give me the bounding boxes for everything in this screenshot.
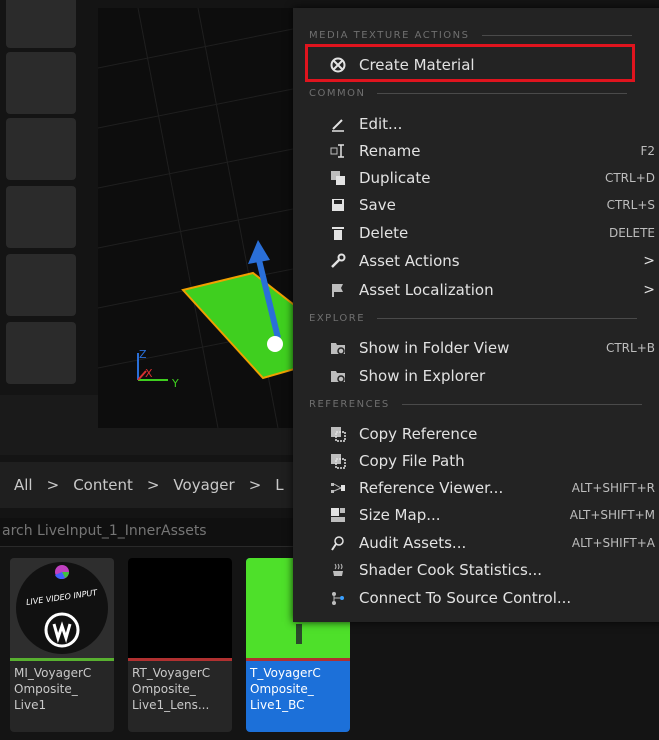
plane-mesh[interactable]: [181, 271, 298, 380]
menu-item-copy-reference[interactable]: Copy Reference: [293, 421, 659, 447]
left-tool-button[interactable]: [6, 0, 76, 48]
highlight-box: [305, 44, 635, 82]
wrench-icon: [329, 252, 347, 270]
left-tool-button[interactable]: [6, 118, 76, 180]
menu-item-label: Reference Viewer...: [359, 479, 504, 497]
audit-icon: [329, 534, 347, 552]
level-viewport[interactable]: Z X Y: [98, 8, 298, 428]
menu-item-label: Save: [359, 196, 396, 214]
asset-name: MI_VoyagerC Omposite_ Live1: [14, 666, 92, 712]
menu-item-label: Duplicate: [359, 169, 431, 187]
breadcrumb-separator[interactable]: >: [249, 476, 262, 494]
shortcut-label: ALT+SHIFT+R: [571, 481, 655, 495]
menu-item-reference-viewer[interactable]: Reference Viewer... ALT+SHIFT+R: [293, 475, 659, 501]
menu-item-label: Copy Reference: [359, 425, 478, 443]
asset-tile[interactable]: LIVE VIDEO INPUT MI_VoyagerC Omposite_ L…: [10, 558, 114, 732]
left-tool-button[interactable]: [6, 52, 76, 114]
menu-item-label: Shader Cook Statistics...: [359, 561, 543, 579]
breadcrumb-content[interactable]: Content: [73, 476, 133, 494]
section-references: REFERENCES: [309, 399, 642, 410]
menu-item-delete[interactable]: Delete DELETE: [293, 220, 659, 246]
asset-search: [0, 518, 300, 547]
menu-item-label: Show in Explorer: [359, 367, 486, 385]
section-media-texture-actions: MEDIA TEXTURE ACTIONS: [309, 30, 632, 41]
copy-path-icon: [329, 452, 347, 470]
search-input[interactable]: [2, 518, 292, 544]
menu-item-edit[interactable]: Edit...: [293, 111, 659, 137]
breadcrumb-live[interactable]: L: [275, 476, 283, 494]
shortcut-label: DELETE: [608, 226, 655, 240]
section-common: COMMON: [309, 88, 628, 99]
asset-name: T_VoyagerC Omposite_ Live1_BC: [250, 666, 321, 712]
asset-tile[interactable]: RT_VoyagerC Omposite_ Live1_Lens...: [128, 558, 232, 732]
menu-item-label: Asset Actions: [359, 252, 460, 270]
rename-icon: [329, 142, 347, 160]
menu-item-audit-assets[interactable]: Audit Assets... ALT+SHIFT+A: [293, 530, 659, 556]
breadcrumb-voyager[interactable]: Voyager: [173, 476, 234, 494]
asset-name: RT_VoyagerC Omposite_ Live1_Lens...: [132, 666, 211, 712]
breadcrumb-separator[interactable]: >: [147, 476, 160, 494]
menu-item-label: Audit Assets...: [359, 534, 467, 552]
delete-icon: [329, 224, 347, 242]
breadcrumb-all[interactable]: All: [14, 476, 33, 494]
menu-item-label: Edit...: [359, 115, 403, 133]
asset-thumbnail: LIVE VIDEO INPUT: [10, 558, 114, 658]
left-tool-button[interactable]: [6, 254, 76, 316]
left-tool-button[interactable]: [6, 322, 76, 384]
chevron-right-icon: >: [643, 253, 655, 269]
menu-item-duplicate[interactable]: Duplicate CTRL+D: [293, 165, 659, 191]
menu-item-label: Asset Localization: [359, 281, 494, 299]
save-icon: [329, 196, 347, 214]
context-menu: MEDIA TEXTURE ACTIONS Create Material CO…: [293, 8, 659, 622]
axis-y-label: Y: [171, 377, 179, 390]
shader-icon: [329, 561, 347, 579]
flag-icon: [329, 281, 347, 299]
menu-item-copy-file-path[interactable]: Copy File Path: [293, 448, 659, 474]
menu-item-show-in-folder-view[interactable]: Show in Folder View CTRL+B: [293, 335, 659, 361]
menu-item-save[interactable]: Save CTRL+S: [293, 192, 659, 218]
menu-item-shader-cook-statistics[interactable]: Shader Cook Statistics...: [293, 557, 659, 583]
menu-item-connect-to-source-control[interactable]: Connect To Source Control...: [293, 585, 659, 611]
menu-item-rename[interactable]: Rename F2: [293, 138, 659, 164]
shortcut-label: ALT+SHIFT+A: [571, 536, 655, 550]
duplicate-icon: [329, 169, 347, 187]
left-tool-button[interactable]: [6, 186, 76, 248]
asset-thumbnail: [128, 558, 232, 658]
breadcrumb-separator[interactable]: >: [47, 476, 60, 494]
menu-item-show-in-explorer[interactable]: Show in Explorer: [293, 363, 659, 389]
source-control-icon: [329, 589, 347, 607]
breadcrumb: All > Content > Voyager > L: [0, 462, 314, 508]
menu-item-asset-actions[interactable]: Asset Actions >: [293, 248, 659, 274]
axis-z-label: Z: [139, 348, 147, 361]
shortcut-label: CTRL+B: [605, 341, 655, 355]
menu-item-size-map[interactable]: Size Map... ALT+SHIFT+M: [293, 502, 659, 528]
explorer-icon: [329, 367, 347, 385]
copy-reference-icon: [329, 425, 347, 443]
shortcut-label: CTRL+D: [604, 171, 655, 185]
gizmo-center[interactable]: [267, 336, 283, 352]
menu-item-label: Show in Folder View: [359, 339, 510, 357]
menu-item-label: Size Map...: [359, 506, 441, 524]
shortcut-label: ALT+SHIFT+M: [569, 508, 655, 522]
folder-icon: [329, 339, 347, 357]
axis-x-label: X: [145, 367, 153, 380]
menu-item-label: Connect To Source Control...: [359, 589, 572, 607]
size-map-icon: [329, 506, 347, 524]
viewport-scene: Z X Y: [98, 8, 298, 428]
shortcut-label: F2: [640, 144, 655, 158]
menu-item-label: Rename: [359, 142, 421, 160]
chevron-right-icon: >: [643, 282, 655, 298]
shortcut-label: CTRL+S: [606, 198, 655, 212]
menu-item-asset-localization[interactable]: Asset Localization >: [293, 277, 659, 303]
menu-item-label: Delete: [359, 224, 409, 242]
menu-item-label: Copy File Path: [359, 452, 465, 470]
edit-icon: [329, 115, 347, 133]
section-explore: EXPLORE: [309, 313, 638, 324]
reference-viewer-icon: [329, 479, 347, 497]
